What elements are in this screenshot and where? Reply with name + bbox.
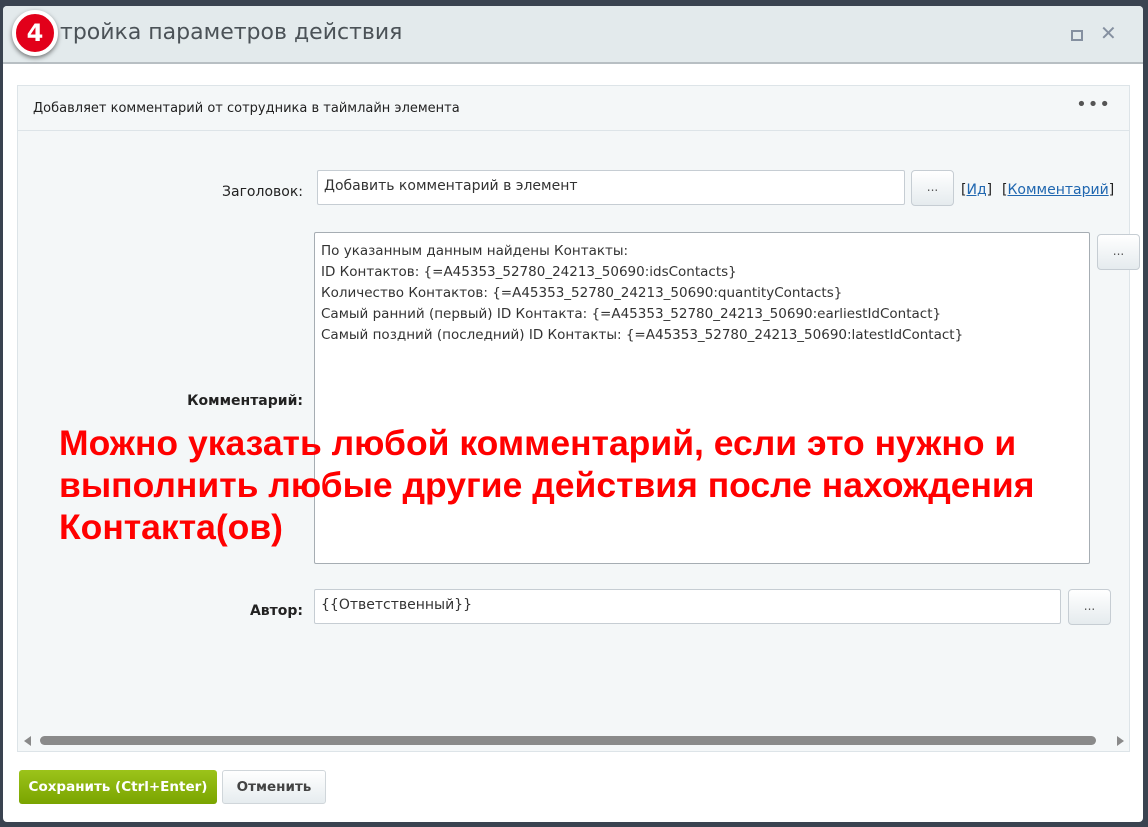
- annotation-text: Можно указать любой комментарий, если эт…: [59, 423, 1035, 547]
- comment-picker-button[interactable]: ...: [1097, 234, 1140, 270]
- author-picker-button[interactable]: ...: [1068, 589, 1111, 625]
- description-text: Добавляет комментарий от сотрудника в та…: [33, 101, 460, 116]
- scroll-left-icon[interactable]: [24, 736, 31, 746]
- cancel-button[interactable]: Отменить: [222, 770, 326, 804]
- comment-line: Самый ранний (первый) ID Контакта: {=A45…: [321, 306, 942, 322]
- comment-line: ID Контактов: {=A45353_52780_24213_50690…: [321, 264, 737, 280]
- link-comment-text[interactable]: Комментарий: [1007, 182, 1108, 198]
- title-input[interactable]: Добавить комментарий в элемент: [317, 170, 905, 205]
- link-id-text[interactable]: Ид: [966, 182, 986, 198]
- dialog-title: тройка параметров действия: [60, 20, 403, 45]
- scroll-right-icon[interactable]: [1117, 736, 1124, 746]
- scrollbar-thumb[interactable]: [40, 736, 1096, 745]
- save-button[interactable]: Сохранить (Ctrl+Enter): [19, 770, 217, 804]
- author-label: Автор:: [249, 603, 303, 619]
- dialog-header: тройка параметров действия 4 ✕: [3, 6, 1143, 64]
- horizontal-scrollbar[interactable]: [24, 734, 1124, 748]
- title-picker-button[interactable]: ...: [911, 170, 954, 206]
- author-input[interactable]: {{Ответственный}}: [314, 589, 1061, 624]
- more-dots-icon[interactable]: •••: [1076, 94, 1111, 115]
- comment-line: Самый поздний (последний) ID Контакты: {…: [321, 327, 964, 343]
- step-badge: 4: [12, 10, 58, 56]
- settings-panel: Добавляет комментарий от сотрудника в та…: [17, 85, 1140, 752]
- comment-line: По указанным данным найдены Контакты:: [321, 243, 629, 259]
- link-id[interactable]: [Ид]: [961, 182, 992, 198]
- settings-dialog: тройка параметров действия 4 ✕ Добавляет…: [3, 6, 1143, 822]
- maximize-icon[interactable]: [1071, 30, 1083, 41]
- comment-line: Количество Контактов: {=A45353_52780_242…: [321, 285, 843, 301]
- action-description: Добавляет комментарий от сотрудника в та…: [18, 86, 1129, 131]
- close-icon[interactable]: ✕: [1100, 21, 1117, 45]
- link-comment[interactable]: [Комментарий]: [1002, 182, 1114, 198]
- comment-label: Комментарий:: [187, 393, 303, 409]
- title-label: Заголовок:: [222, 184, 303, 200]
